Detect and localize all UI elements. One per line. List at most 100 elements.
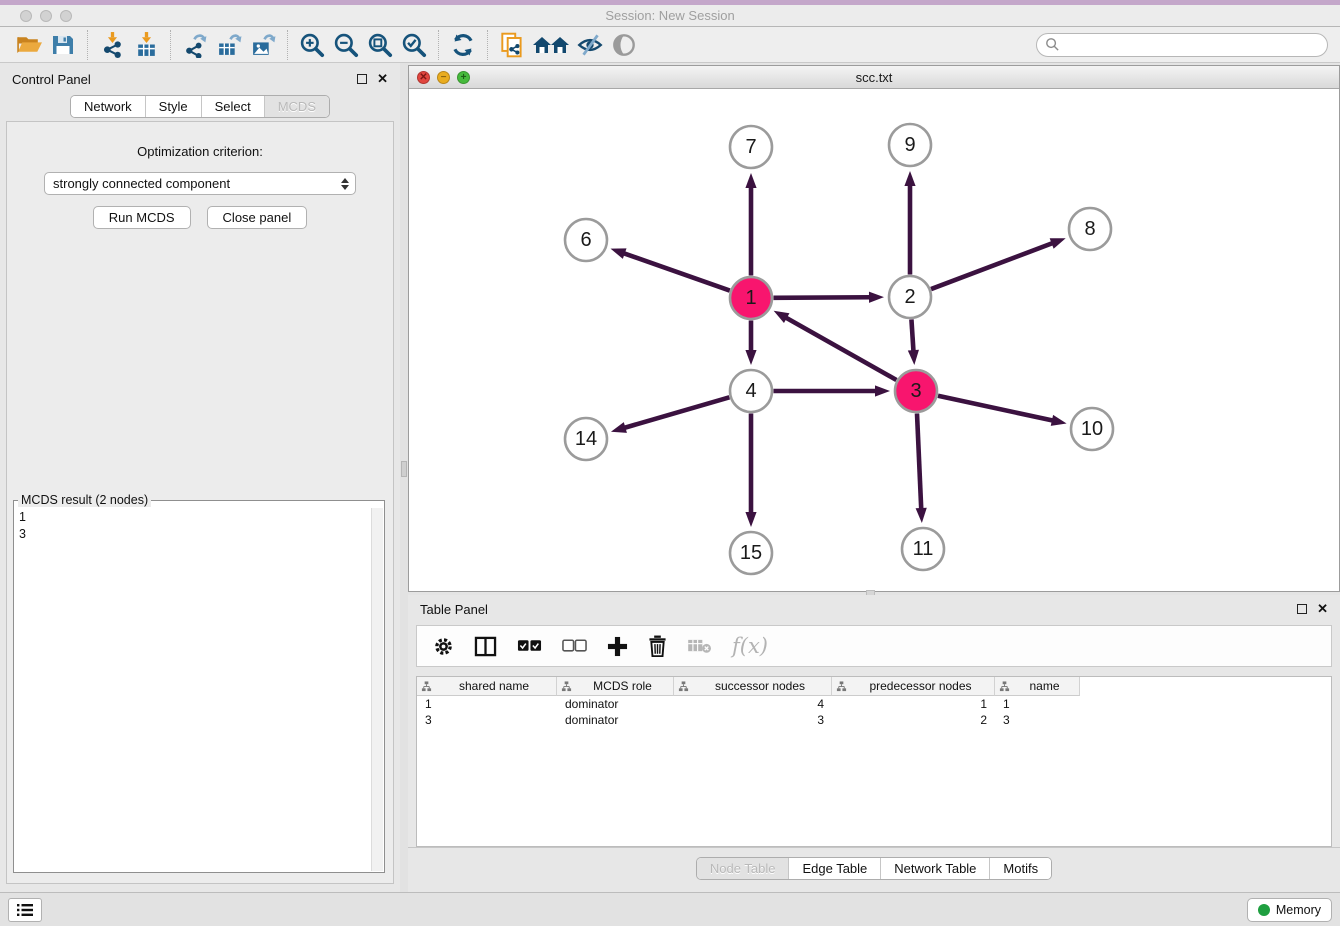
graph-edge-3-1[interactable] [785, 317, 896, 380]
table-toolbar: f(x) [416, 625, 1332, 667]
network-canvas[interactable]: 1234678910111415 [409, 89, 1339, 591]
table-cell[interactable]: 4 [674, 697, 832, 711]
graph-edge-2-3[interactable] [911, 319, 913, 352]
panel-splitter[interactable] [400, 63, 408, 892]
column-header-name[interactable]: name [995, 677, 1080, 696]
column-header-label: name [1014, 679, 1075, 693]
minimize-window-button[interactable] [40, 10, 52, 22]
add-column-button[interactable] [607, 636, 628, 657]
graph-edge-arrowhead [875, 385, 890, 396]
tab-edge-table[interactable]: Edge Table [789, 858, 881, 879]
export-table-button[interactable] [212, 30, 246, 60]
table-cell[interactable]: 3 [995, 713, 1080, 727]
network-close-button[interactable]: ✕ [417, 71, 430, 84]
global-search[interactable] [1036, 33, 1328, 57]
table-cell[interactable]: dominator [557, 697, 674, 711]
mcds-result-title: MCDS result (2 nodes) [18, 493, 151, 507]
column-sort-icon [421, 681, 432, 692]
tab-mcds[interactable]: MCDS [265, 96, 329, 117]
graph-edge-4-14[interactable] [623, 397, 729, 428]
zoom-in-icon [298, 31, 326, 59]
graph-edge-2-8[interactable] [931, 243, 1053, 289]
memory-status-icon [1258, 904, 1270, 916]
column-header-shared-name[interactable]: shared name [417, 677, 557, 696]
table-row[interactable]: 3dominator323 [417, 712, 1331, 728]
show-task-history-button[interactable] [8, 898, 42, 922]
column-sort-icon [999, 681, 1010, 692]
tab-select[interactable]: Select [202, 96, 265, 117]
function-builder-button[interactable]: f(x) [732, 634, 768, 658]
zoom-window-button[interactable] [60, 10, 72, 22]
criterion-select[interactable]: strongly connected component [44, 172, 356, 195]
run-mcds-button[interactable]: Run MCDS [93, 206, 191, 229]
table-cell[interactable]: 3 [674, 713, 832, 727]
network-window-controls: ✕ − + [417, 71, 470, 84]
splitter-grip[interactable] [401, 461, 407, 477]
hide-style-button[interactable] [573, 30, 607, 60]
open-file-button[interactable] [12, 30, 46, 60]
tab-network[interactable]: Network [71, 96, 146, 117]
column-header-successor-nodes[interactable]: successor nodes [674, 677, 832, 696]
graph-edge-1-6[interactable] [623, 253, 730, 291]
import-table-button[interactable] [129, 30, 163, 60]
zoom-in-button[interactable] [295, 30, 329, 60]
mcds-result-scrollbar[interactable] [371, 508, 383, 871]
tab-style[interactable]: Style [146, 96, 202, 117]
float-panel-icon[interactable] [357, 74, 367, 84]
graph-edge-3-11[interactable] [917, 413, 921, 510]
close-table-panel-icon[interactable]: ✕ [1317, 604, 1328, 614]
table-cell[interactable]: 1 [995, 697, 1080, 711]
homes-icon [531, 32, 571, 58]
table-cell[interactable]: 3 [417, 713, 557, 727]
tab-motifs[interactable]: Motifs [990, 858, 1051, 879]
export-network-button[interactable] [178, 30, 212, 60]
show-all-networks-button[interactable] [529, 30, 573, 60]
control-panel-tabbar: Network Style Select MCDS [70, 95, 330, 118]
zoom-selected-button[interactable] [397, 30, 431, 60]
network-graph[interactable]: 1234678910111415 [409, 89, 1339, 591]
graph-edge-3-10[interactable] [938, 396, 1054, 421]
window-traffic-lights [20, 10, 72, 22]
table-cell[interactable]: 1 [832, 697, 995, 711]
table-row[interactable]: 1dominator411 [417, 696, 1331, 712]
unchecked-boxes-icon [562, 639, 587, 653]
close-window-button[interactable] [20, 10, 32, 22]
show-columns-button[interactable] [474, 636, 497, 657]
window-titlebar: Session: New Session [0, 5, 1340, 27]
table-options-button[interactable] [433, 636, 454, 657]
deselect-all-rows-button[interactable] [562, 639, 587, 653]
column-header-MCDS-role[interactable]: MCDS role [557, 677, 674, 696]
search-icon [1045, 37, 1060, 52]
delete-column-button[interactable] [648, 635, 667, 657]
column-header-predecessor-nodes[interactable]: predecessor nodes [832, 677, 995, 696]
network-maximize-button[interactable]: + [457, 71, 470, 84]
mcds-result-list[interactable]: 1 3 [14, 507, 371, 872]
import-network-button[interactable] [95, 30, 129, 60]
tab-node-table[interactable]: Node Table [697, 858, 790, 879]
plus-icon [607, 636, 628, 657]
zoom-fit-button[interactable] [363, 30, 397, 60]
network-window-titlebar[interactable]: ✕ − + scc.txt [409, 66, 1339, 89]
select-all-rows-button[interactable] [517, 639, 542, 653]
search-input[interactable] [1060, 38, 1319, 52]
table-panel-title: Table Panel [420, 602, 488, 617]
new-network-from-selection-button[interactable] [495, 30, 529, 60]
memory-button[interactable]: Memory [1247, 898, 1332, 922]
delete-table-button[interactable] [687, 638, 712, 654]
close-panel-button[interactable]: Close panel [207, 206, 308, 229]
tab-network-table[interactable]: Network Table [881, 858, 990, 879]
show-view-button[interactable] [607, 30, 641, 60]
save-session-button[interactable] [46, 30, 80, 60]
zoom-out-button[interactable] [329, 30, 363, 60]
float-table-panel-icon[interactable] [1297, 604, 1307, 614]
table-cell[interactable]: 2 [832, 713, 995, 727]
export-image-button[interactable] [246, 30, 280, 60]
apply-layout-button[interactable] [446, 30, 480, 60]
graph-edge-1-2[interactable] [773, 297, 871, 298]
network-minimize-button[interactable]: − [437, 71, 450, 84]
close-panel-icon[interactable]: ✕ [377, 74, 388, 84]
graph-node-label: 11 [913, 538, 934, 560]
graph-node-label: 10 [1081, 418, 1103, 440]
table-cell[interactable]: 1 [417, 697, 557, 711]
table-cell[interactable]: dominator [557, 713, 674, 727]
